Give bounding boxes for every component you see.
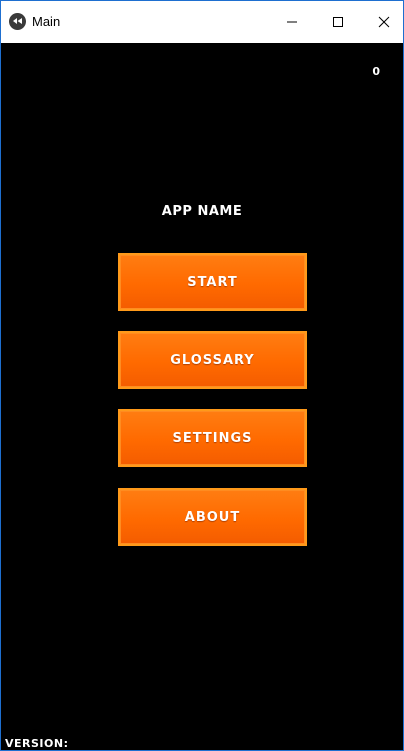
- start-button[interactable]: START: [118, 253, 307, 311]
- maximize-button[interactable]: [315, 1, 361, 43]
- app-name-label: APP NAME: [161, 204, 243, 219]
- minimize-icon: [286, 13, 298, 32]
- glossary-button[interactable]: GLOSSARY: [118, 331, 307, 389]
- counter-label: 0: [372, 65, 380, 78]
- window-title: Main: [32, 14, 61, 29]
- settings-button[interactable]: SETTINGS: [118, 409, 307, 467]
- title-bar[interactable]: Main: [1, 1, 403, 43]
- app-window: Main 0 APP NAME START GLOSSARY SETTINGS …: [0, 0, 404, 751]
- version-label: VERSION:: [5, 737, 69, 750]
- close-button[interactable]: [361, 1, 403, 43]
- kivy-app-icon: [9, 13, 26, 30]
- main-screen: 0 APP NAME START GLOSSARY SETTINGS ABOUT…: [1, 43, 403, 750]
- close-icon: [378, 13, 390, 32]
- minimize-button[interactable]: [269, 1, 315, 43]
- about-button[interactable]: ABOUT: [118, 488, 307, 546]
- maximize-icon: [332, 13, 344, 32]
